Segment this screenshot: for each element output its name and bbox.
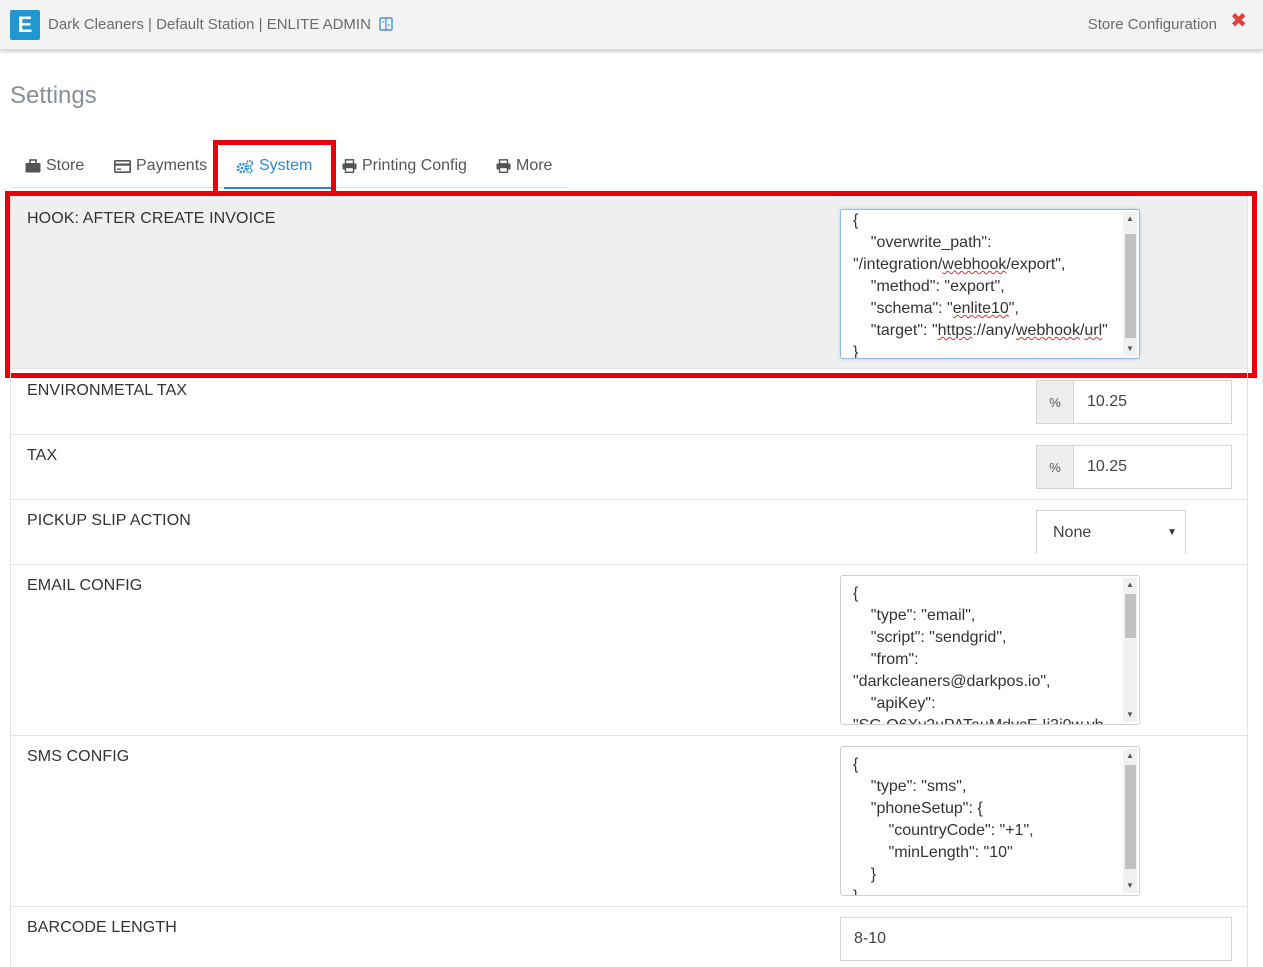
briefcase-icon bbox=[25, 159, 41, 173]
email-config-textarea[interactable]: { "type": "email", "script": "sendgrid",… bbox=[840, 575, 1140, 725]
environmental-tax-label: ENVIRONMETAL TAX bbox=[27, 382, 188, 399]
credit-card-icon bbox=[114, 159, 131, 173]
tax-label: TAX bbox=[27, 447, 58, 464]
tab-highlight-box bbox=[213, 140, 336, 197]
page-title: Settings bbox=[10, 82, 97, 109]
app-logo[interactable]: E bbox=[10, 10, 40, 40]
environmental-tax-input[interactable]: 10.25 bbox=[1074, 380, 1232, 424]
percent-addon: % bbox=[1036, 445, 1074, 489]
store-configuration-link[interactable]: Store Configuration bbox=[1088, 16, 1217, 33]
printer-icon bbox=[496, 159, 511, 173]
email-config-label: EMAIL CONFIG bbox=[27, 577, 143, 594]
top-bar: E Dark Cleaners | Default Station | ENLI… bbox=[0, 0, 1263, 50]
chevron-down-icon: ▼ bbox=[1167, 527, 1177, 538]
printer-icon bbox=[342, 159, 357, 173]
percent-addon: % bbox=[1036, 380, 1074, 424]
translate-book-icon[interactable] bbox=[379, 17, 393, 31]
barcode-length-input[interactable]: 8-10 bbox=[840, 917, 1232, 961]
app-title: Dark Cleaners | Default Station | ENLITE… bbox=[48, 16, 371, 33]
email-config-scrollbar[interactable]: ▲ ▼ bbox=[1123, 578, 1137, 722]
sms-config-label: SMS CONFIG bbox=[27, 748, 130, 765]
pickup-slip-action-label: PICKUP SLIP ACTION bbox=[27, 512, 191, 529]
pickup-slip-action-select[interactable]: None ▼ bbox=[1036, 510, 1186, 554]
pickup-slip-action-value: None bbox=[1053, 523, 1092, 541]
sms-config-scrollbar[interactable]: ▲ ▼ bbox=[1123, 749, 1137, 893]
tab-payments[interactable]: Payments bbox=[114, 144, 207, 188]
row-highlight-box bbox=[5, 191, 1257, 378]
close-icon[interactable]: ✖ bbox=[1230, 11, 1247, 31]
tab-printing-config[interactable]: Printing Config bbox=[342, 144, 467, 188]
tax-input[interactable]: 10.25 bbox=[1074, 445, 1232, 489]
tab-more[interactable]: More bbox=[496, 144, 552, 188]
barcode-length-label: BARCODE LENGTH bbox=[27, 919, 177, 936]
tab-printing-config-label: Printing Config bbox=[362, 157, 467, 174]
tab-store-label: Store bbox=[46, 157, 85, 174]
tab-more-label: More bbox=[516, 157, 553, 174]
sms-config-textarea[interactable]: { "type": "sms", "phoneSetup": { "countr… bbox=[840, 746, 1140, 896]
tab-payments-label: Payments bbox=[136, 157, 208, 174]
tab-store[interactable]: Store bbox=[25, 144, 84, 188]
